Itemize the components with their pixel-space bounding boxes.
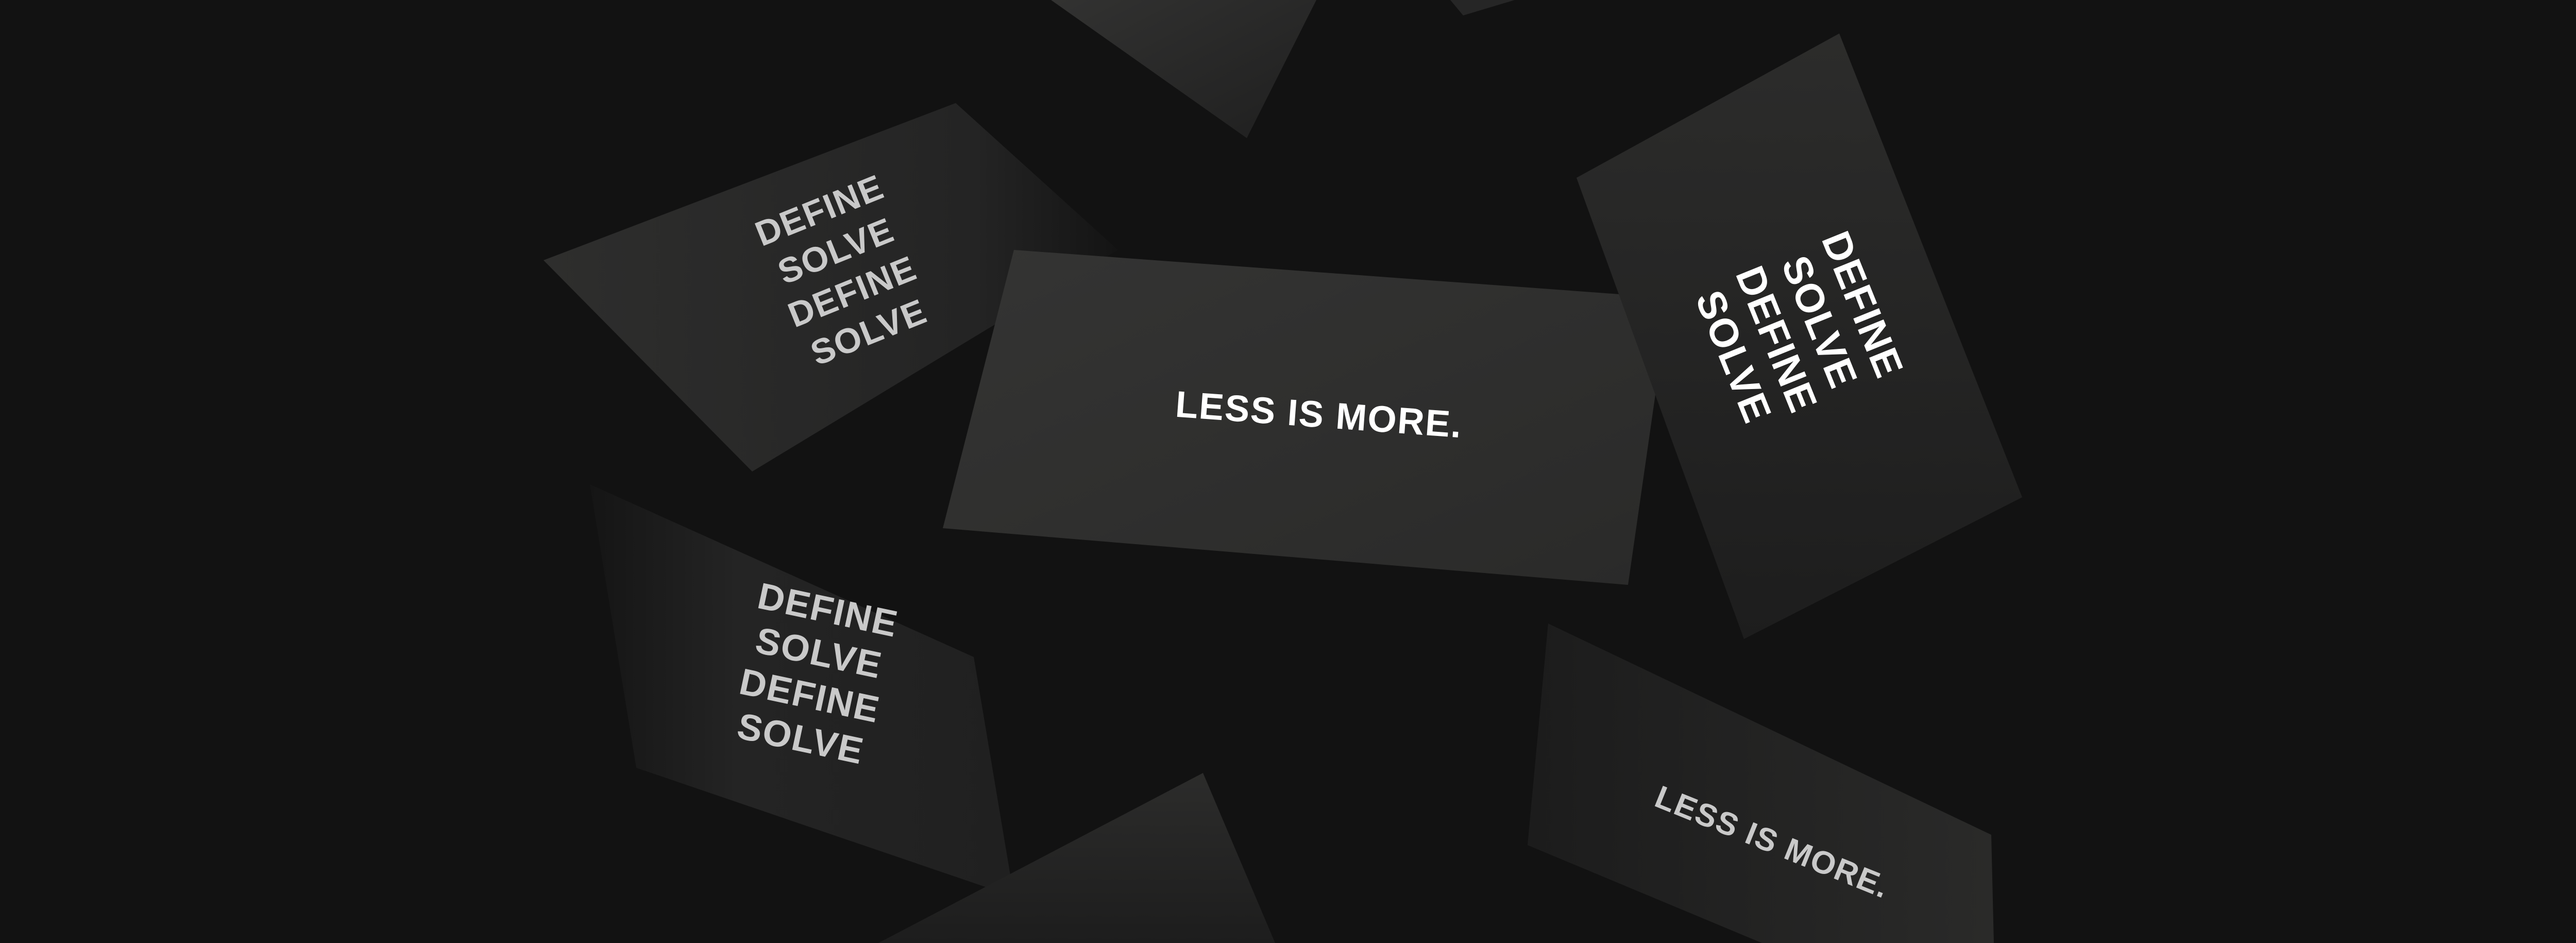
card-top-left bbox=[1051, 0, 1316, 138]
scene: DEFINE SOLVE DEFINE SOLVE DEFINE SOLVE D… bbox=[0, 0, 2576, 943]
card-less-is-more-lower-right bbox=[1528, 624, 1994, 943]
card-top-sliver bbox=[1450, 0, 1515, 15]
floating-cards-illustration: DEFINE SOLVE DEFINE SOLVE DEFINE SOLVE D… bbox=[544, 0, 2022, 943]
